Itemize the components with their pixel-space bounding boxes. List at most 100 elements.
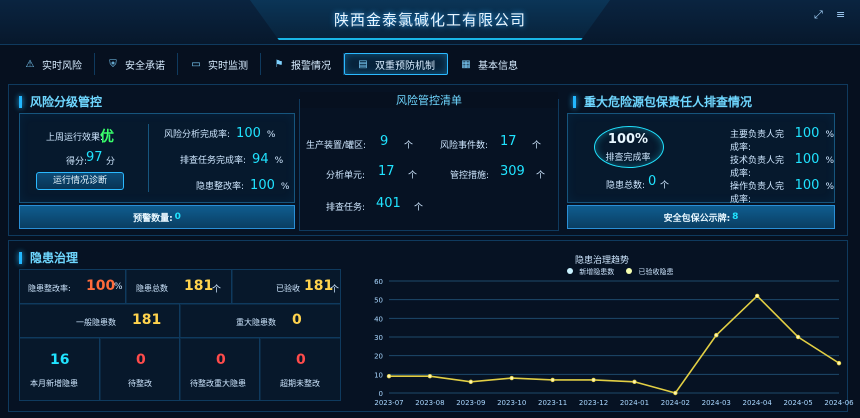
stat-value: 181 (304, 278, 334, 294)
tab-label: 安全承诺 (125, 60, 165, 72)
stat-cell: 重大隐患数 0 (179, 303, 341, 339)
alert-label: 预警数量: (133, 213, 173, 224)
tab-basic-info[interactable]: ▦ 基本信息 (448, 53, 530, 75)
rate-row: 风险分析完成率: 100 % (164, 126, 275, 141)
y-tick-label: 20 (374, 353, 383, 361)
title-bar (19, 251, 22, 264)
stat-label: 待整改重大隐患 (190, 379, 246, 388)
risk-control-title: 风险分级管控 (30, 95, 103, 109)
hazard-trend-chart: 0 10 20 30 40 50 60 2023-07 2023-08 2023-09 2023-1… (374, 278, 854, 407)
risk-list-item-value: 17 (378, 164, 395, 179)
rate-row: 排查任务完成率: 94 % (180, 152, 283, 167)
doc-icon: ▦ (461, 58, 471, 70)
hidden-danger-total-label: 隐患总数: (606, 181, 646, 191)
score-value: 97 (86, 150, 103, 165)
stat-cell: 一般隐患数 181 (19, 303, 181, 339)
shield-icon: ⛨ (109, 58, 117, 70)
safety-notice-label: 安全包保公示牌: (663, 213, 731, 224)
tab-realtime-monitor[interactable]: ▭ 实时监测 (178, 53, 261, 75)
responsible-rate-unit: % (825, 130, 834, 140)
stat-label: 已验收 (276, 284, 300, 293)
title-bar (19, 95, 22, 108)
score-label: 得分: (66, 157, 88, 167)
stat-cell: 16 本月新增隐患 (19, 337, 101, 401)
risk-list-item-label: 风险事件数: (440, 141, 489, 151)
x-tick-label: 2023-12 (579, 399, 608, 407)
major-hazard-header: 重大危险源包保责任人排查情况 (573, 93, 752, 110)
hazard-management-panel: 隐患治理 隐患整改率: 100 % 隐患总数 181 个 已验收 181 个 一… (8, 240, 854, 412)
risk-list-item-unit: 个 (404, 141, 414, 151)
x-tick-label: 2024-05 (783, 399, 812, 407)
menu-icon[interactable]: ≡ (836, 9, 848, 21)
alert-value: 0 (174, 212, 181, 222)
series-point (714, 332, 719, 338)
stat-label: 隐患总数 (136, 284, 168, 293)
risk-list-item-unit: 个 (414, 203, 424, 213)
y-tick-label: 0 (379, 390, 383, 398)
responsible-rate-label: 技术负责人完成率: (730, 156, 785, 179)
last-week-effect-label: 上周运行效果: (46, 133, 104, 143)
x-tick-label: 2024-01 (620, 399, 649, 407)
hazard-stats-grid: 隐患整改率: 100 % 隐患总数 181 个 已验收 181 个 一般隐患数 … (19, 269, 341, 401)
stat-label: 本月新增隐患 (30, 379, 78, 388)
stat-value: 0 (292, 312, 302, 328)
app-title: 陕西金泰氯碱化工有限公司 (333, 11, 526, 29)
stat-cell: 0 超期未整改 (259, 337, 341, 401)
safety-notice-strip: 安全包保公示牌: 8 (567, 205, 835, 229)
tab-label: 报警情况 (291, 60, 331, 72)
tab-realtime-risk[interactable]: ⚠ 实时风险 (12, 53, 95, 75)
top-icons: ⤢ ≡ (814, 9, 848, 21)
responsible-rate-value: 100 (794, 178, 820, 193)
completion-label: 排查完成率 (605, 153, 651, 163)
stat-cell: 已验收 181 个 (231, 269, 341, 305)
diagnosis-button[interactable]: 运行情况诊断 (36, 172, 124, 190)
fullscreen-icon[interactable]: ⤢ (814, 9, 826, 21)
rate-row: 隐患整改率: 100 % (196, 178, 289, 193)
series-point (386, 373, 392, 379)
rate-value: 94 (252, 152, 269, 167)
major-hazard-title: 重大危险源包保责任人排查情况 (584, 95, 753, 109)
stat-label: 隐患整改率: (28, 284, 71, 293)
x-tick-label: 2023-07 (374, 399, 403, 407)
series-point (836, 360, 842, 366)
tab-label: 双重预防机制 (375, 60, 435, 72)
responsible-rate-row: 技术负责人完成率: 100 % (730, 152, 834, 179)
series-point (632, 379, 637, 384)
risk-icon: ⚠ (25, 58, 35, 70)
y-tick-label: 10 (374, 371, 383, 379)
alarm-icon: ⚑ (274, 58, 284, 70)
stat-unit: % (114, 282, 123, 292)
y-tick-label: 60 (374, 278, 383, 286)
stat-label: 重大隐患数 (236, 318, 276, 327)
risk-list-item-label: 排查任务: (326, 203, 366, 213)
tab-alarm[interactable]: ⚑ 报警情况 (261, 53, 344, 75)
tab-label: 实时风险 (42, 60, 82, 72)
rate-unit: % (266, 130, 276, 140)
series-point (509, 375, 514, 381)
stat-value: 100 (86, 278, 116, 294)
stat-label: 一般隐患数 (76, 318, 116, 327)
chart-plot: 0 10 20 30 40 50 60 2023-07 2023-08 2023-09 2023-1… (374, 278, 854, 407)
tab-dual-prevention[interactable]: ▤ 双重预防机制 (344, 53, 448, 75)
last-week-effect-value: 优 (100, 129, 114, 145)
x-tick-label: 2023-08 (415, 399, 444, 407)
x-tick-label: 2024-02 (661, 399, 690, 407)
stat-cell: 隐患整改率: 100 % (19, 269, 127, 305)
risk-list-item-value: 401 (376, 196, 401, 211)
stat-cell: 0 待整改重大隐患 (179, 337, 261, 401)
hidden-danger-total-value: 0 (648, 174, 657, 189)
risk-list-item-value: 9 (380, 134, 389, 149)
stat-cell: 隐患总数 181 个 (125, 269, 233, 305)
hidden-danger-total-unit: 个 (660, 181, 670, 191)
y-tick-label: 50 (374, 297, 383, 305)
tab-label: 基本信息 (478, 60, 518, 72)
risk-list-item-label: 生产装置/罐区: (306, 141, 367, 151)
tab-safety-commitment[interactable]: ⛨ 安全承诺 (95, 53, 178, 75)
responsible-rate-row: 操作负责人完成率: 100 % (730, 178, 834, 205)
tab-label: 实时监测 (208, 60, 248, 72)
top-bar: 陕西金泰氯碱化工有限公司 ⤢ ≡ (0, 0, 860, 45)
title-bar (573, 95, 576, 108)
stat-value: 0 (136, 352, 146, 368)
monitor-icon: ▭ (191, 58, 201, 70)
responsible-rate-unit: % (825, 182, 834, 192)
